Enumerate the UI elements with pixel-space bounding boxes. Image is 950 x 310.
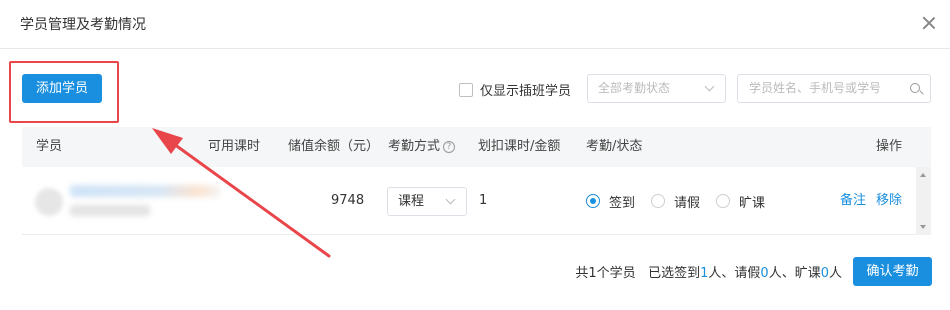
attendance-method-select[interactable]: 课程 <box>387 187 467 216</box>
table-row: 9748 课程 1 签到 请假 旷课 备注 移除 <box>22 167 931 235</box>
student-info-redacted <box>70 205 150 216</box>
remove-link[interactable]: 移除 <box>876 167 902 235</box>
avatar <box>35 188 63 216</box>
chevron-down-icon <box>445 194 456 205</box>
selected-prefix: 已选签到 <box>648 266 701 281</box>
header-attendance-status: 考勤/状态 <box>586 139 643 154</box>
leave-count: 0 <box>760 266 769 281</box>
header-balance: 储值余额（元） <box>288 139 380 154</box>
note-link[interactable]: 备注 <box>840 167 866 235</box>
absent-count: 0 <box>820 266 829 281</box>
header-attendance-method: 考勤方式? <box>388 127 456 167</box>
header-actions: 操作 <box>876 139 903 154</box>
radio-sign-in-dot[interactable] <box>586 194 600 208</box>
table-scrollbar[interactable] <box>916 167 931 235</box>
radio-leave-dot[interactable] <box>651 194 666 208</box>
question-circle-icon[interactable]: ? <box>443 140 456 153</box>
separator-leave: 人、请假 <box>708 266 761 281</box>
only-insert-filter[interactable]: 仅显示插班学员 <box>459 80 571 99</box>
close-icon[interactable] <box>922 16 936 30</box>
add-student-button[interactable]: 添加学员 <box>22 74 102 103</box>
radio-absent[interactable]: 旷课 <box>716 192 765 211</box>
radio-leave[interactable]: 请假 <box>651 192 700 211</box>
separator-absent: 人、旷课 <box>768 266 821 281</box>
summary-suffix: 人 <box>828 266 842 281</box>
total-count: 1 <box>588 266 597 281</box>
attendance-radio-group: 签到 请假 旷课 <box>586 167 781 235</box>
only-insert-label: 仅显示插班学员 <box>480 84 572 99</box>
scroll-down-icon[interactable] <box>920 225 926 229</box>
header-available-hours: 可用课时 <box>208 139 261 154</box>
header-attendance-method-label: 考勤方式 <box>388 139 441 154</box>
header-student: 学员 <box>36 139 63 154</box>
balance-value: 9748 <box>331 193 365 208</box>
confirm-attendance-button[interactable]: 确认考勤 <box>853 257 932 286</box>
total-prefix: 共 <box>575 266 589 281</box>
radio-sign-in[interactable]: 签到 <box>586 192 635 211</box>
table-header: 学员 可用课时 储值余额（元） 考勤方式? 划扣课时/金额 考勤/状态 操作 <box>22 127 931 167</box>
radio-leave-label: 请假 <box>674 195 701 211</box>
deduct-value: 1 <box>479 193 488 208</box>
attendance-status-select[interactable]: 全部考勤状态 <box>587 74 726 103</box>
attendance-method-value: 课程 <box>398 194 425 209</box>
only-insert-checkbox[interactable] <box>459 82 473 97</box>
radio-absent-label: 旷课 <box>739 195 766 211</box>
scroll-up-icon[interactable] <box>920 173 926 177</box>
chevron-down-icon <box>704 81 715 92</box>
student-name-redacted <box>70 185 220 197</box>
attendance-status-value: 全部考勤状态 <box>598 81 671 95</box>
dialog-title: 学员管理及考勤情况 <box>20 17 146 33</box>
radio-sign-in-label: 签到 <box>609 195 636 211</box>
attendance-summary: 共1个学员 已选签到1人、请假0人、旷课0人 <box>575 262 842 281</box>
header-deduct: 划扣课时/金额 <box>478 139 561 154</box>
radio-absent-dot[interactable] <box>716 194 731 208</box>
search-icon[interactable] <box>910 83 920 93</box>
title-divider <box>0 48 950 49</box>
search-placeholder: 学员姓名、手机号或学号 <box>749 81 882 95</box>
attendance-dialog: 学员管理及考勤情况 添加学员 仅显示插班学员 全部考勤状态 学员姓名、手机号或学… <box>0 0 950 310</box>
student-search-input[interactable]: 学员姓名、手机号或学号 <box>737 74 931 103</box>
total-suffix: 个学员 <box>596 266 636 281</box>
